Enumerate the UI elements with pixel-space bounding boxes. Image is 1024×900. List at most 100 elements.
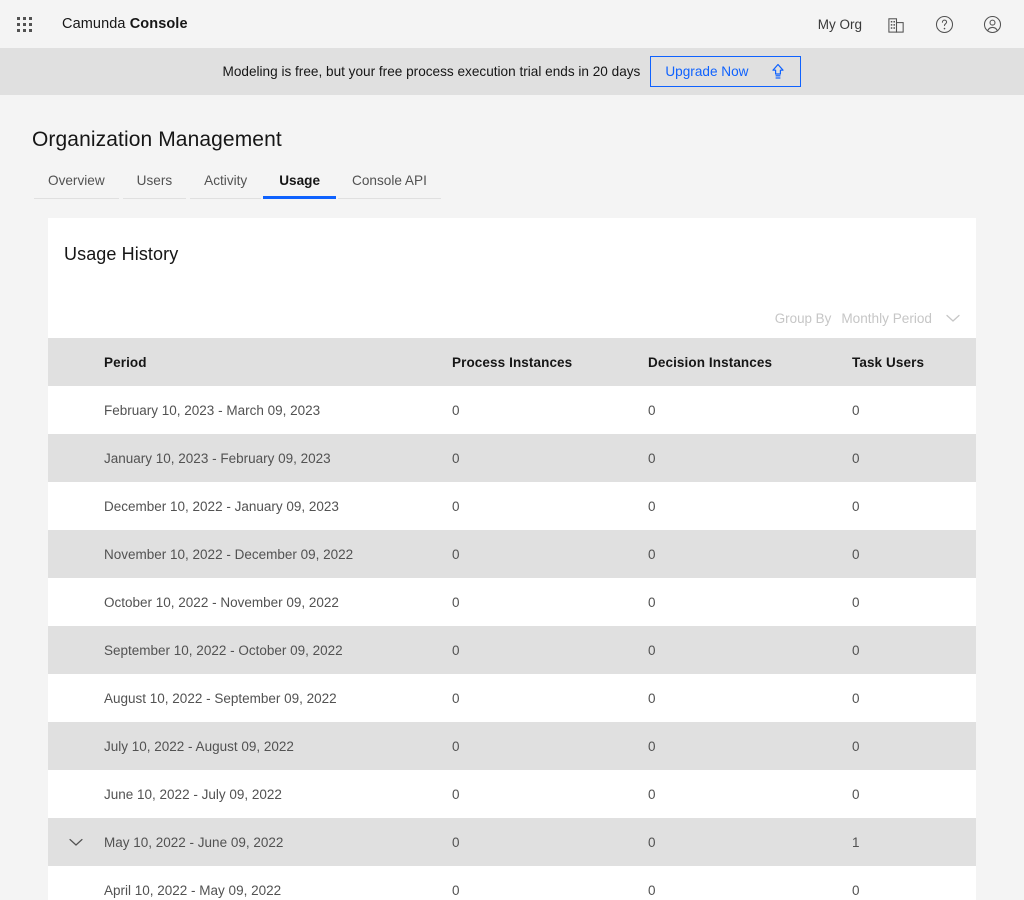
- row-process-instances-cell: 0: [452, 386, 648, 434]
- help-button[interactable]: [920, 0, 968, 48]
- row-process-instances-cell: 0: [452, 866, 648, 900]
- card-title: Usage History: [48, 218, 976, 265]
- row-period-cell: April 10, 2022 - May 09, 2022: [104, 866, 452, 900]
- organization-button[interactable]: [872, 0, 920, 48]
- group-by-value: Monthly Period: [841, 311, 932, 326]
- row-period-cell: May 10, 2022 - June 09, 2022: [104, 818, 452, 866]
- table-row[interactable]: November 10, 2022 - December 09, 2022000: [48, 530, 976, 578]
- row-expander-cell: [48, 578, 104, 626]
- org-name-label[interactable]: My Org: [808, 17, 872, 32]
- row-expander-cell: [48, 386, 104, 434]
- row-task-users-cell: 0: [852, 578, 976, 626]
- table-row[interactable]: August 10, 2022 - September 09, 2022000: [48, 674, 976, 722]
- row-decision-instances-cell: 0: [648, 482, 852, 530]
- table-row[interactable]: May 10, 2022 - June 09, 2022001: [48, 818, 976, 866]
- row-decision-instances-cell: 0: [648, 866, 852, 900]
- usage-history-card: Usage History Group By Monthly Period Pe…: [48, 218, 976, 900]
- row-expand-button[interactable]: [48, 838, 104, 847]
- table-row[interactable]: December 10, 2022 - January 09, 2023000: [48, 482, 976, 530]
- row-task-users-cell: 1: [852, 818, 976, 866]
- app-switcher-button[interactable]: [0, 0, 48, 48]
- table-header-decision-instances[interactable]: Decision Instances: [648, 338, 852, 386]
- row-task-users-cell: 0: [852, 866, 976, 900]
- table-row[interactable]: February 10, 2023 - March 09, 2023000: [48, 386, 976, 434]
- row-expander-cell: [48, 434, 104, 482]
- upgrade-now-button[interactable]: Upgrade Now: [650, 56, 801, 87]
- row-expander-cell: [48, 674, 104, 722]
- row-period-cell: September 10, 2022 - October 09, 2022: [104, 626, 452, 674]
- row-period-cell: July 10, 2022 - August 09, 2022: [104, 722, 452, 770]
- row-task-users-cell: 0: [852, 722, 976, 770]
- row-period-cell: June 10, 2022 - July 09, 2022: [104, 770, 452, 818]
- row-process-instances-cell: 0: [452, 770, 648, 818]
- user-account-button[interactable]: [968, 0, 1016, 48]
- brand-bold: Console: [130, 16, 188, 32]
- row-process-instances-cell: 0: [452, 722, 648, 770]
- row-task-users-cell: 0: [852, 770, 976, 818]
- row-process-instances-cell: 0: [452, 674, 648, 722]
- table-row[interactable]: July 10, 2022 - August 09, 2022000: [48, 722, 976, 770]
- row-decision-instances-cell: 0: [648, 674, 852, 722]
- tab-usage[interactable]: Usage: [263, 173, 336, 199]
- row-task-users-cell: 0: [852, 626, 976, 674]
- row-expander-cell: [48, 722, 104, 770]
- row-task-users-cell: 0: [852, 530, 976, 578]
- table-header-period[interactable]: Period: [104, 338, 452, 386]
- brand-prefix: Camunda: [62, 16, 130, 32]
- table-header-process-instances[interactable]: Process Instances: [452, 338, 648, 386]
- user-avatar-icon: [982, 14, 1003, 35]
- table-row[interactable]: January 10, 2023 - February 09, 2023000: [48, 434, 976, 482]
- table-header-task-users[interactable]: Task Users: [852, 338, 976, 386]
- row-period-cell: November 10, 2022 - December 09, 2022: [104, 530, 452, 578]
- table-header-row: Period Process Instances Decision Instan…: [48, 338, 976, 386]
- row-period-cell: February 10, 2023 - March 09, 2023: [104, 386, 452, 434]
- upgrade-arrow-icon: [770, 63, 786, 80]
- row-decision-instances-cell: 0: [648, 386, 852, 434]
- row-period-cell: January 10, 2023 - February 09, 2023: [104, 434, 452, 482]
- app-header: Camunda Console My Org: [0, 0, 1024, 48]
- row-expander-cell: [48, 626, 104, 674]
- trial-banner-message: Modeling is free, but your free process …: [223, 64, 651, 79]
- row-decision-instances-cell: 0: [648, 578, 852, 626]
- row-decision-instances-cell: 0: [648, 722, 852, 770]
- row-process-instances-cell: 0: [452, 626, 648, 674]
- tab-activity[interactable]: Activity: [188, 173, 263, 199]
- tab-users[interactable]: Users: [121, 173, 189, 199]
- row-process-instances-cell: 0: [452, 482, 648, 530]
- page-content: Organization Management Overview Users A…: [0, 95, 1024, 900]
- row-task-users-cell: 0: [852, 434, 976, 482]
- row-decision-instances-cell: 0: [648, 530, 852, 578]
- row-task-users-cell: 0: [852, 674, 976, 722]
- table-row[interactable]: October 10, 2022 - November 09, 2022000: [48, 578, 976, 626]
- chevron-down-icon: [946, 314, 960, 323]
- trial-banner: Modeling is free, but your free process …: [0, 48, 1024, 95]
- row-decision-instances-cell: 0: [648, 818, 852, 866]
- table-row[interactable]: September 10, 2022 - October 09, 2022000: [48, 626, 976, 674]
- upgrade-now-label: Upgrade Now: [665, 64, 748, 79]
- row-process-instances-cell: 0: [452, 818, 648, 866]
- table-row[interactable]: June 10, 2022 - July 09, 2022000: [48, 770, 976, 818]
- building-icon: [887, 15, 906, 34]
- row-decision-instances-cell: 0: [648, 626, 852, 674]
- app-header-left: Camunda Console: [0, 0, 188, 48]
- table-toolbar: Group By Monthly Period: [48, 265, 976, 338]
- row-decision-instances-cell: 0: [648, 770, 852, 818]
- row-period-cell: October 10, 2022 - November 09, 2022: [104, 578, 452, 626]
- table-head: Period Process Instances Decision Instan…: [48, 338, 976, 386]
- row-expander-cell[interactable]: [48, 818, 104, 866]
- row-expander-cell: [48, 482, 104, 530]
- row-task-users-cell: 0: [852, 482, 976, 530]
- app-header-right: My Org: [808, 0, 1016, 48]
- help-circle-icon: [934, 14, 955, 35]
- row-process-instances-cell: 0: [452, 578, 648, 626]
- row-process-instances-cell: 0: [452, 530, 648, 578]
- row-period-cell: August 10, 2022 - September 09, 2022: [104, 674, 452, 722]
- group-by-select[interactable]: Monthly Period: [841, 311, 960, 326]
- usage-history-table: Period Process Instances Decision Instan…: [48, 338, 976, 900]
- table-row[interactable]: April 10, 2022 - May 09, 2022000: [48, 866, 976, 900]
- tab-overview[interactable]: Overview: [32, 173, 121, 199]
- group-by-label: Group By: [775, 311, 832, 326]
- brand-title[interactable]: Camunda Console: [62, 16, 188, 32]
- table-header-expander-gutter: [48, 338, 104, 386]
- tab-console-api[interactable]: Console API: [336, 173, 443, 199]
